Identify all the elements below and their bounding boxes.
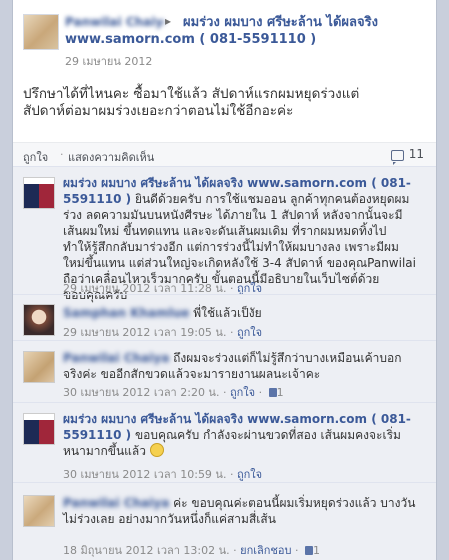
comment-item: ผมร่วง ผมบาง ศรีษะล้าน ได้ผลจริง www.sam… — [13, 402, 436, 482]
comments-list: ผมร่วง ผมบาง ศรีษะล้าน ได้ผลจริง www.sam… — [13, 166, 436, 560]
comment-body: Panwilai Chaiya ถึงผมจะร่วงแต่ก็ไม่รู้สึ… — [63, 350, 418, 382]
comment-item: Panwilai Chaiya ถึงผมจะร่วงแต่ก็ไม่รู้สึ… — [13, 340, 436, 402]
comment-like-link[interactable]: ถูกใจ — [230, 386, 255, 399]
comment-meta: 30 เมษายน 2012 เวลา 10:59 น. · ถูกใจ — [63, 468, 263, 481]
post-header: Panwilai Chaiya ▸ ผมร่วง ผมบาง ศรีษะล้าน… — [13, 0, 436, 80]
like-link[interactable]: ถูกใจ — [23, 148, 48, 166]
comment-time[interactable]: 30 เมษายน 2012 เวลา 2:20 น. — [63, 386, 219, 399]
post-card: Panwilai Chaiya ▸ ผมร่วง ผมบาง ศรีษะล้าน… — [12, 0, 437, 560]
smiley-emoticon-icon — [149, 443, 164, 457]
post-target-page[interactable]: ผมร่วง ผมบาง ศรีษะล้าน ได้ผลจริง www.sam… — [65, 14, 415, 48]
comment-time[interactable]: 29 เมษายน 2012 เวลา 19:05 น. — [63, 326, 226, 339]
comment-like-link[interactable]: ถูกใจ — [237, 326, 262, 339]
comment-meta: 30 เมษายน 2012 เวลา 2:20 น. · ถูกใจ · 1 — [63, 386, 284, 399]
thumbs-up-icon — [304, 546, 313, 555]
comment-time[interactable]: 18 มิถุนายน 2012 เวลา 13:02 น. — [63, 544, 230, 557]
comment-like-count[interactable]: 1 — [277, 386, 284, 399]
commenter-name[interactable]: Samphan Khamlue — [63, 305, 189, 321]
thumbs-up-icon — [268, 388, 277, 397]
comment-count[interactable]: 11 — [409, 147, 424, 161]
separator-dot: · — [60, 148, 64, 161]
post-author-avatar[interactable] — [23, 14, 59, 50]
comment-icon[interactable] — [391, 150, 404, 165]
post-action-bar: ถูกใจ · แสดงความคิดเห็น 11 — [13, 142, 436, 167]
commenter-avatar[interactable] — [23, 413, 55, 445]
commenter-name[interactable]: Panwilai Chaiya — [63, 350, 169, 366]
comment-unlike-link[interactable]: ยกเลิกชอบ — [240, 544, 291, 557]
comment-body: Samphan Khamlue พี่ใช้แล้วเป็งัย — [63, 305, 418, 321]
comment-like-link[interactable]: ถูกใจ — [237, 468, 262, 481]
show-comments-link[interactable]: แสดงความคิดเห็น — [68, 148, 154, 166]
commenter-name[interactable]: Panwilai Chaiya — [63, 495, 169, 511]
comment-meta: 29 เมษายน 2012 เวลา 19:05 น. · ถูกใจ — [63, 326, 263, 339]
post-text: ปรึกษาได้ที่ไหนคะ ซื้อมาใช้แล้ว สัปดาห์แ… — [23, 86, 360, 119]
facebook-post-screenshot: Panwilai Chaiya ▸ ผมร่วง ผมบาง ศรีษะล้าน… — [0, 0, 449, 560]
post-timestamp[interactable]: 29 เมษายน 2012 — [65, 52, 152, 70]
commenter-avatar[interactable] — [23, 304, 55, 336]
comment-item: ผมร่วง ผมบาง ศรีษะล้าน ได้ผลจริง www.sam… — [13, 166, 436, 302]
comment-like-count[interactable]: 1 — [313, 544, 320, 557]
comment-item: Samphan Khamlue พี่ใช้แล้วเป็งัย 29 เมษา… — [13, 294, 436, 340]
comment-time[interactable]: 30 เมษายน 2012 เวลา 10:59 น. — [63, 468, 226, 481]
comment-meta: 18 มิถุนายน 2012 เวลา 13:02 น. · ยกเลิกช… — [63, 544, 320, 557]
comment-item: Panwilai Chaiya ค่ะ ขอบคุณค่ะตอนนี้ผมเริ… — [13, 482, 436, 560]
comment-body: ผมร่วง ผมบาง ศรีษะล้าน ได้ผลจริง www.sam… — [63, 411, 418, 459]
commenter-avatar[interactable] — [23, 177, 55, 209]
commenter-avatar[interactable] — [23, 495, 55, 527]
comment-text: พี่ใช้แล้วเป็งัย — [193, 306, 262, 320]
commenter-avatar[interactable] — [23, 351, 55, 383]
comment-body: Panwilai Chaiya ค่ะ ขอบคุณค่ะตอนนี้ผมเริ… — [63, 495, 418, 527]
